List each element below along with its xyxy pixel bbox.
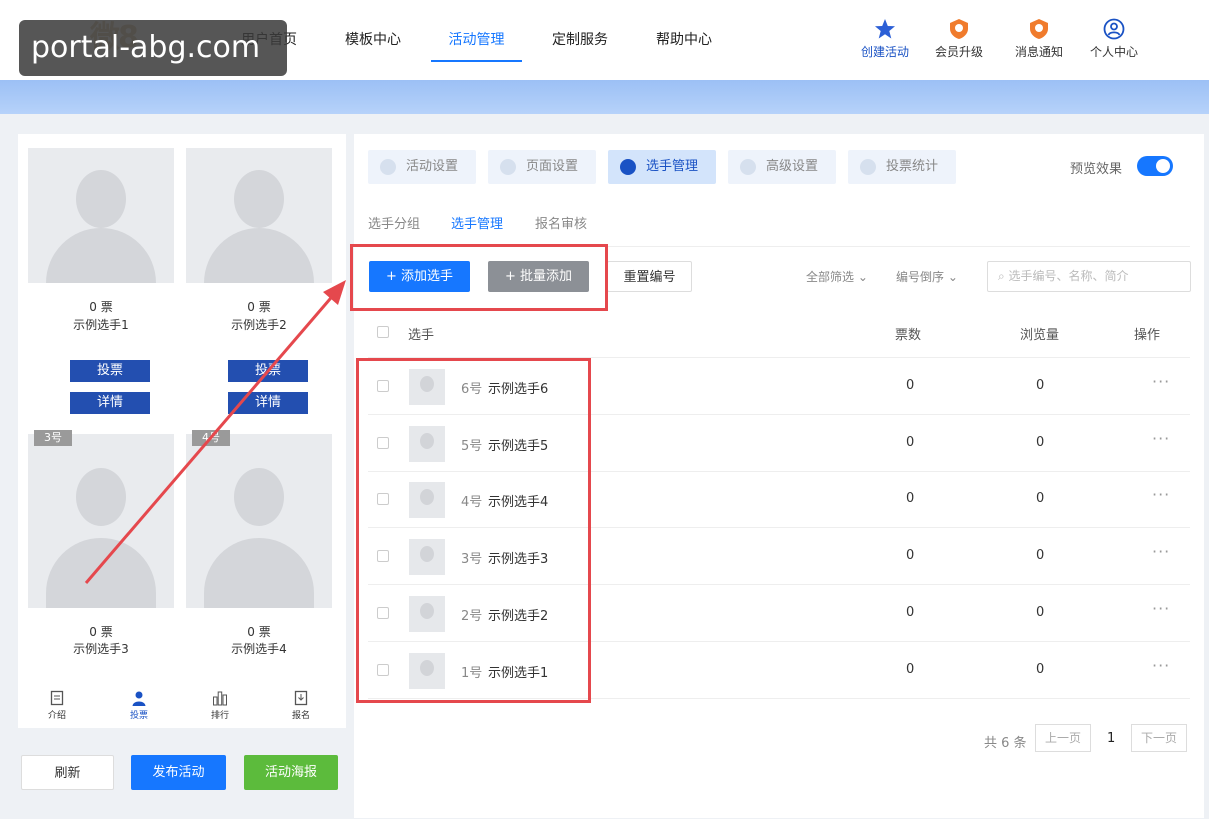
annotation-arrow: [84, 280, 346, 584]
watermark: portal-abg.com: [19, 20, 287, 76]
